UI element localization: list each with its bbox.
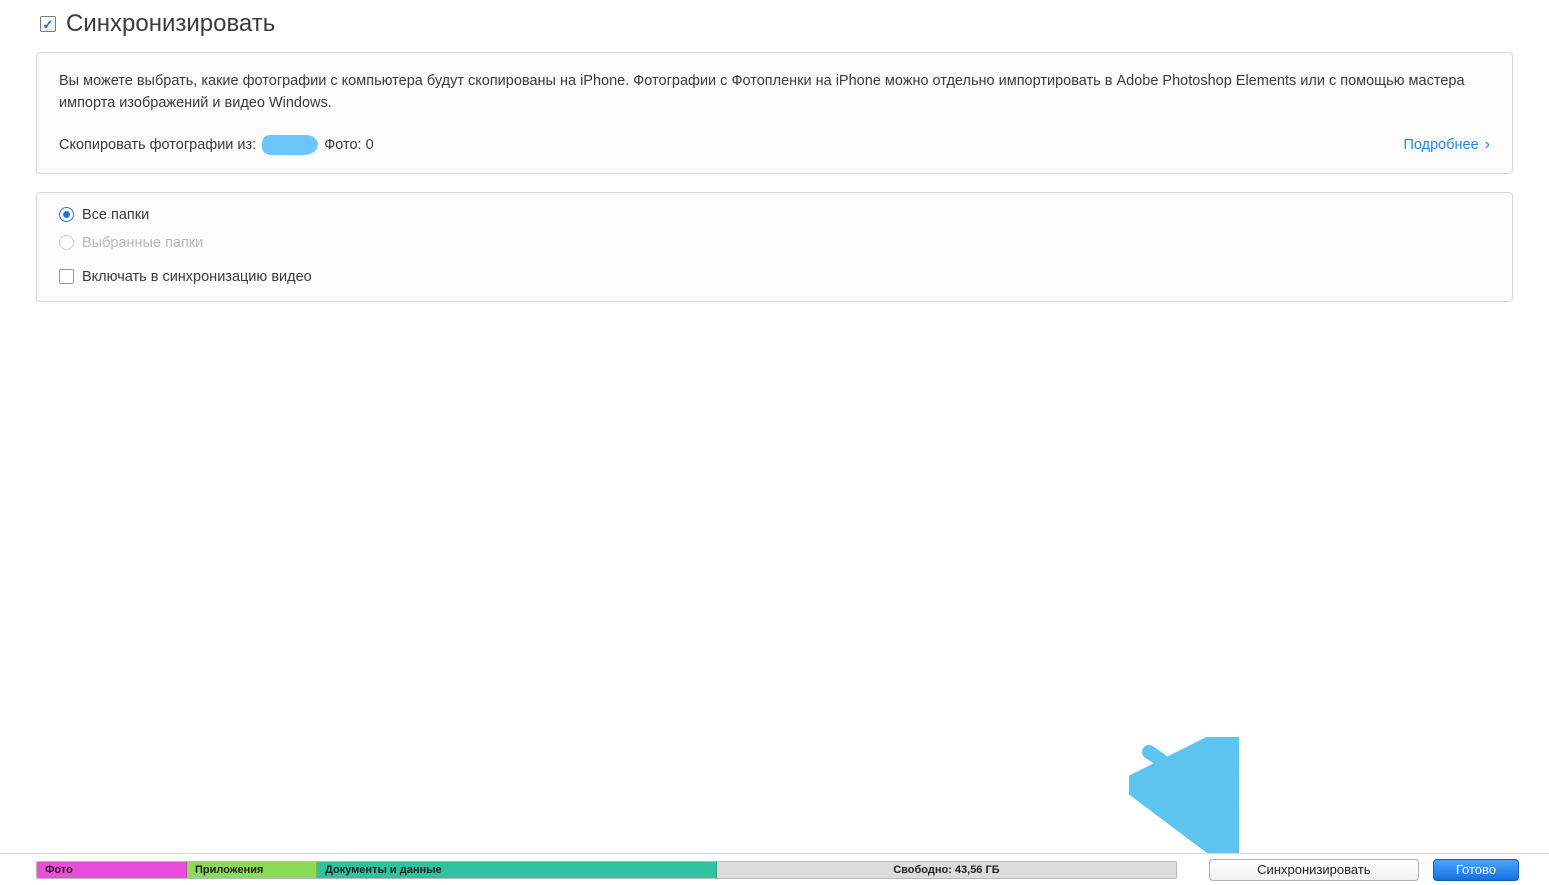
include-video-label: Включать в синхронизацию видео bbox=[82, 269, 312, 285]
chevron-right-icon: › bbox=[1485, 136, 1490, 154]
done-button-label: Готово bbox=[1456, 862, 1496, 877]
info-panel: Вы можете выбрать, какие фотографии с ко… bbox=[36, 52, 1513, 174]
check-icon: ✓ bbox=[43, 18, 54, 31]
selected-folders-radio bbox=[59, 235, 74, 250]
storage-segment-free: Свободно: 43,56 ГБ bbox=[717, 862, 1176, 878]
storage-segment-apps: Приложения bbox=[187, 862, 317, 878]
learn-more-link[interactable]: Подробнее › bbox=[1403, 136, 1490, 154]
storage-segment-docs: Документы и данные bbox=[317, 862, 717, 878]
source-dropdown[interactable] bbox=[262, 135, 318, 155]
include-video-checkbox[interactable] bbox=[59, 269, 74, 284]
learn-more-label: Подробнее bbox=[1403, 137, 1478, 153]
storage-segment-photo: Фото bbox=[37, 862, 187, 878]
sync-button[interactable]: Синхронизировать bbox=[1209, 859, 1419, 881]
description-text: Вы можете выбрать, какие фотографии с ко… bbox=[59, 71, 1490, 115]
sync-button-label: Синхронизировать bbox=[1257, 862, 1370, 877]
page-title: Синхронизировать bbox=[66, 10, 275, 38]
options-panel: Все папки Выбранные папки Включать в син… bbox=[36, 192, 1513, 302]
selected-folders-label: Выбранные папки bbox=[82, 235, 203, 251]
storage-bar[interactable]: Фото Приложения Документы и данные Свобо… bbox=[36, 861, 1177, 879]
copy-from-label: Скопировать фотографии из: bbox=[59, 137, 256, 153]
done-button[interactable]: Готово bbox=[1433, 859, 1519, 881]
all-folders-radio[interactable] bbox=[59, 207, 74, 222]
all-folders-label: Все папки bbox=[82, 207, 149, 223]
sync-enable-checkbox[interactable]: ✓ bbox=[40, 16, 56, 32]
arrow-annotation-icon bbox=[1129, 737, 1249, 857]
photo-count-label: Фото: 0 bbox=[324, 137, 373, 153]
footer-bar: Фото Приложения Документы и данные Свобо… bbox=[0, 853, 1549, 885]
